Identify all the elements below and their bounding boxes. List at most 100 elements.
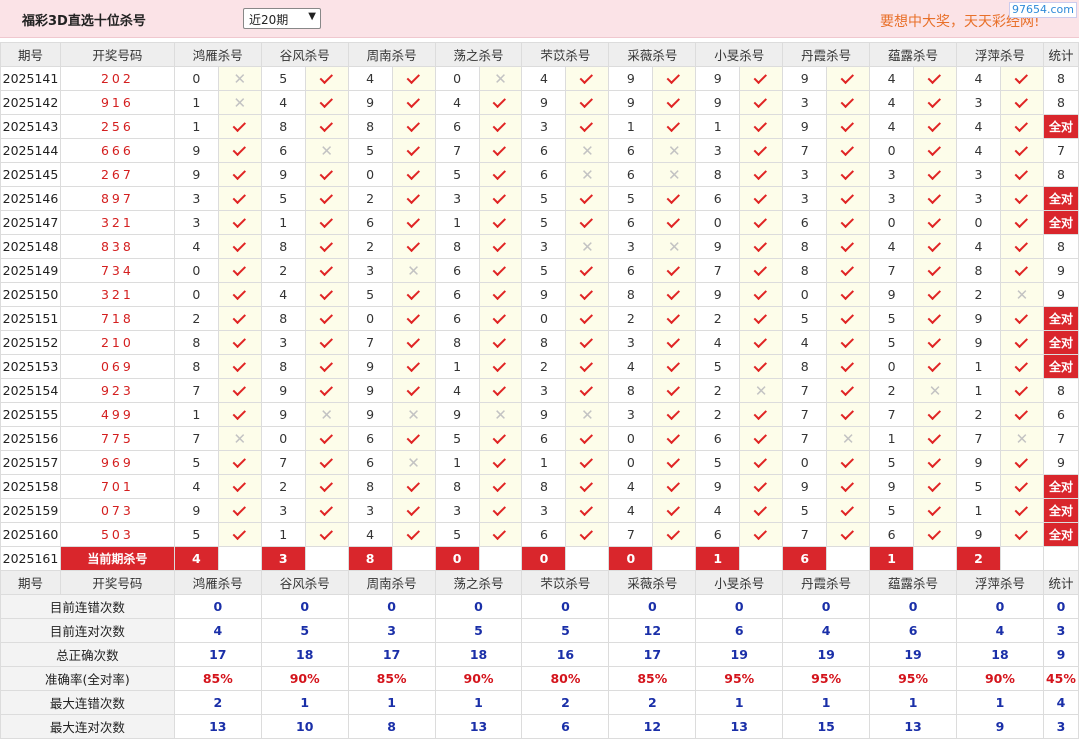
table-row: 2025159 073 9 3 3 3 3 4 4 5 5 1 全对 (0, 498, 1079, 523)
stat-value: 4 (782, 618, 871, 643)
kill-number: 3 (521, 114, 567, 139)
draw-code: 775 (59, 426, 175, 451)
check-icon (493, 478, 507, 493)
wrong-icon-cell: ✕ (565, 138, 610, 163)
kill-number: 5 (521, 210, 567, 235)
correct-icon-cell (739, 234, 784, 259)
issue-cell: 2025158 (0, 474, 61, 499)
correct-icon-cell (391, 330, 436, 355)
kill-number: 4 (956, 114, 1001, 139)
cross-icon: ✕ (581, 165, 594, 184)
kill-number: 6 (434, 258, 480, 283)
col-code: 开奖号码 (59, 570, 175, 595)
check-icon (666, 526, 681, 541)
check-icon (579, 382, 594, 397)
correct-icon-cell (391, 354, 436, 379)
stat-value: 0 (521, 594, 610, 619)
kill-number: 5 (434, 162, 480, 187)
correct-icon-cell (826, 90, 871, 115)
correct-icon-cell (565, 258, 610, 283)
check-icon (927, 502, 942, 517)
check-icon (1014, 526, 1028, 541)
correct-icon-cell (565, 66, 610, 91)
check-icon (232, 214, 246, 229)
correct-icon-cell (739, 138, 784, 163)
header-row: 期号 开奖号码 鸿雁杀号 谷风杀号 周南杀号 荡之杀号 芣苡杀号 采薇杀号 小旻杀号 丹霞杀号 蕴露… (0, 570, 1079, 595)
period-select[interactable]: 近20期 ▼ (243, 8, 321, 29)
kill-number: 9 (695, 474, 741, 499)
check-icon (579, 502, 594, 517)
current-pick: 0 (434, 546, 480, 571)
correct-icon-cell (739, 258, 784, 283)
correct-icon-cell (913, 138, 957, 163)
row-stat: 全对 (1042, 354, 1079, 379)
stat-value: 9 (956, 714, 1044, 739)
kill-number: 5 (869, 330, 915, 355)
correct-icon-cell (826, 162, 871, 187)
check-icon (579, 310, 594, 325)
kill-number: 9 (695, 66, 741, 91)
correct-icon-cell (739, 90, 784, 115)
wrong-icon-cell: ✕ (565, 162, 610, 187)
stat-value: 95% (695, 666, 784, 691)
kill-number: 7 (782, 402, 828, 427)
correct-icon-cell (304, 282, 349, 307)
stat-row: 目前连错次数 0 0 0 0 0 0 0 0 0 0 0 (0, 594, 1079, 619)
correct-icon-cell (739, 306, 784, 331)
stat-value: 0 (347, 594, 436, 619)
correct-icon-cell (826, 258, 871, 283)
check-icon (493, 454, 507, 469)
kill-number: 5 (434, 522, 480, 547)
kill-number: 8 (260, 114, 306, 139)
check-icon (319, 70, 333, 85)
stat-row: 最大连错次数 2 1 1 1 2 2 1 1 1 1 4 (0, 690, 1079, 715)
kill-number: 3 (347, 498, 393, 523)
stat-value: 0 (782, 594, 871, 619)
kill-number: 0 (695, 210, 741, 235)
check-icon (232, 406, 246, 421)
current-pick: 8 (347, 546, 393, 571)
check-icon (840, 238, 855, 253)
check-icon (579, 526, 594, 541)
draw-code: 718 (59, 306, 175, 331)
kill-number: 7 (782, 378, 828, 403)
cross-icon: ✕ (233, 69, 247, 88)
kill-number: 3 (173, 186, 219, 211)
check-icon (406, 238, 420, 253)
kill-number: 5 (521, 186, 567, 211)
correct-icon-cell (739, 162, 784, 187)
correct-icon-cell (565, 450, 610, 475)
stat-value: 12 (608, 714, 697, 739)
stat-value: 5 (260, 618, 349, 643)
kill-number: 3 (434, 498, 480, 523)
check-icon (232, 262, 246, 277)
correct-icon-cell (391, 210, 436, 235)
kill-number: 4 (260, 282, 306, 307)
kill-number: 3 (521, 378, 567, 403)
check-icon (666, 94, 681, 109)
kill-number: 8 (956, 258, 1001, 283)
correct-icon-cell (999, 522, 1044, 547)
check-icon (493, 238, 507, 253)
kill-number: 6 (782, 210, 828, 235)
current-pick-blank (304, 546, 349, 571)
stat-value: 0 (608, 594, 697, 619)
kill-number: 9 (956, 522, 1001, 547)
check-icon (579, 334, 594, 349)
correct-icon-cell (999, 114, 1044, 139)
cross-icon: ✕ (407, 453, 420, 472)
col-expert: 蕴露杀号 (869, 570, 957, 595)
check-icon (840, 502, 855, 517)
col-expert: 浮萍杀号 (956, 42, 1044, 67)
correct-icon-cell (304, 186, 349, 211)
check-icon (753, 238, 768, 253)
correct-icon-cell (913, 354, 957, 379)
correct-icon-cell (565, 474, 610, 499)
kill-number: 2 (695, 306, 741, 331)
check-icon (840, 358, 855, 373)
correct-icon-cell (652, 426, 697, 451)
kill-number: 1 (956, 498, 1001, 523)
stat-value: 1 (956, 690, 1044, 715)
wrong-icon-cell: ✕ (217, 426, 262, 451)
kill-number: 3 (260, 330, 306, 355)
